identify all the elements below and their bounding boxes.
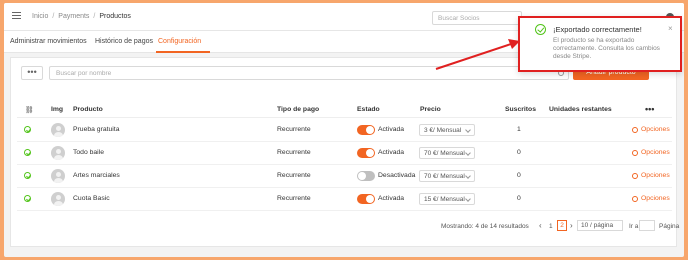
status-toggle[interactable] bbox=[357, 148, 375, 158]
link-icon: ⛓ bbox=[25, 107, 34, 114]
gear-icon[interactable] bbox=[632, 150, 638, 156]
options-link[interactable]: Opciones bbox=[641, 195, 670, 202]
tab-movements[interactable]: Administrar movimientos bbox=[10, 38, 87, 45]
results-summary: Mostrando: 4 de 14 resultados bbox=[441, 223, 529, 230]
tab-payment-history[interactable]: Histórico de pagos bbox=[95, 38, 153, 45]
column-settings-button[interactable]: ••• bbox=[645, 104, 654, 114]
product-search-placeholder: Buscar por nombre bbox=[56, 70, 112, 77]
check-circle-icon bbox=[24, 172, 31, 179]
breadcrumb-payments[interactable]: Payments bbox=[58, 13, 89, 20]
table-row[interactable]: Todo baile Recurrente Activada 70 €/ Men… bbox=[17, 142, 672, 165]
col-subscribers[interactable]: Suscritos bbox=[505, 106, 536, 113]
price-value: 3 €/ Mensual bbox=[424, 127, 462, 134]
subscribers-count: 0 bbox=[517, 149, 521, 156]
check-circle-icon bbox=[24, 126, 31, 133]
price-value: 70 €/ Mensual bbox=[424, 173, 465, 180]
close-icon[interactable]: × bbox=[668, 24, 673, 33]
subscribers-count: 1 bbox=[517, 126, 521, 133]
subscribers-count: 0 bbox=[517, 195, 521, 202]
payment-type: Recurrente bbox=[277, 126, 311, 133]
notification-title: ¡Exportado correctamente! bbox=[553, 25, 642, 34]
next-page-button[interactable]: › bbox=[570, 221, 573, 230]
col-price[interactable]: Precio bbox=[420, 106, 441, 113]
annotation-arrow bbox=[435, 39, 520, 70]
options-link[interactable]: Opciones bbox=[641, 172, 670, 179]
breadcrumb-home[interactable]: Inicio bbox=[32, 13, 48, 20]
goto-page-input[interactable] bbox=[639, 220, 655, 231]
price-value: 15 €/ Mensual bbox=[424, 196, 465, 203]
status-label: Desactivada bbox=[378, 172, 416, 179]
page-size-select[interactable]: 10 / página bbox=[577, 220, 623, 231]
product-image-avatar bbox=[51, 123, 65, 137]
price-value: 70 €/ Mensual bbox=[424, 150, 465, 157]
price-select[interactable]: 15 €/ Mensual bbox=[419, 193, 475, 205]
col-img: Img bbox=[51, 106, 64, 113]
price-select[interactable]: 70 €/ Mensual bbox=[419, 147, 475, 159]
product-image-avatar bbox=[51, 146, 65, 160]
status-toggle[interactable] bbox=[357, 125, 375, 135]
notification-message: El producto se ha exportado correctament… bbox=[553, 37, 660, 60]
more-actions-button[interactable]: ••• bbox=[21, 66, 43, 80]
col-remaining[interactable]: Unidades restantes bbox=[549, 106, 612, 113]
chevron-down-icon bbox=[465, 150, 471, 156]
check-circle-icon bbox=[24, 195, 31, 202]
page-word-label: Página bbox=[659, 223, 680, 230]
col-payment-type[interactable]: Tipo de pago bbox=[277, 106, 319, 113]
table-header: ⛓ Img Producto Tipo de pago Estado Preci… bbox=[17, 102, 672, 118]
status-toggle[interactable] bbox=[357, 194, 375, 204]
member-search-input[interactable]: Buscar Socios bbox=[432, 11, 522, 25]
breadcrumb-separator: / bbox=[52, 13, 55, 20]
table-row[interactable]: Cuota Basic Recurrente Activada 15 €/ Me… bbox=[17, 188, 672, 211]
product-name[interactable]: Todo baile bbox=[73, 149, 104, 156]
product-image-avatar bbox=[51, 169, 65, 183]
check-circle-icon bbox=[535, 24, 546, 35]
product-image-avatar bbox=[51, 192, 65, 206]
table-row[interactable]: Prueba gratuita Recurrente Activada 3 €/… bbox=[17, 119, 672, 142]
payment-type: Recurrente bbox=[277, 149, 311, 156]
product-name[interactable]: Cuota Basic bbox=[73, 195, 110, 202]
status-label: Activada bbox=[378, 149, 405, 156]
breadcrumb-separator: / bbox=[93, 13, 96, 20]
page-1-button[interactable]: 1 bbox=[549, 223, 553, 230]
product-name[interactable]: Artes marciales bbox=[73, 172, 120, 179]
product-name[interactable]: Prueba gratuita bbox=[73, 126, 119, 133]
chevron-down-icon bbox=[465, 127, 471, 133]
prev-page-button[interactable]: ‹ bbox=[539, 221, 542, 230]
options-link[interactable]: Opciones bbox=[641, 149, 670, 156]
tab-configuration[interactable]: Configuración bbox=[158, 38, 201, 45]
chevron-down-icon bbox=[465, 173, 471, 179]
options-link[interactable]: Opciones bbox=[641, 126, 670, 133]
success-notification: ¡Exportado correctamente! El producto se… bbox=[518, 16, 682, 72]
col-product[interactable]: Producto bbox=[73, 106, 103, 113]
app-frame: Inicio / Payments / Productos Buscar Socios … bbox=[4, 3, 684, 257]
col-status[interactable]: Estado bbox=[357, 106, 380, 113]
pagination: Mostrando: 4 de 14 resultados ‹ 1 2 › 10… bbox=[441, 220, 679, 234]
active-tab-indicator bbox=[156, 51, 210, 53]
gear-icon[interactable] bbox=[632, 173, 638, 179]
table-row[interactable]: Artes marciales Recurrente Desactivada 7… bbox=[17, 165, 672, 188]
status-label: Activada bbox=[378, 126, 405, 133]
goto-label: Ir a bbox=[629, 223, 639, 230]
gear-icon[interactable] bbox=[632, 196, 638, 202]
status-label: Activada bbox=[378, 195, 405, 202]
page-2-button[interactable]: 2 bbox=[557, 220, 567, 231]
price-select[interactable]: 3 €/ Mensual bbox=[419, 124, 475, 136]
price-select[interactable]: 70 €/ Mensual bbox=[419, 170, 475, 182]
products-card: ••• Buscar por nombre Añadir producto ⛓ … bbox=[10, 57, 679, 247]
check-circle-icon bbox=[24, 149, 31, 156]
payment-type: Recurrente bbox=[277, 172, 311, 179]
chevron-down-icon bbox=[465, 196, 471, 202]
status-toggle[interactable] bbox=[357, 171, 375, 181]
gear-icon[interactable] bbox=[632, 127, 638, 133]
subscribers-count: 0 bbox=[517, 172, 521, 179]
breadcrumb-current: Productos bbox=[99, 13, 131, 20]
breadcrumb: Inicio / Payments / Productos bbox=[32, 13, 131, 20]
menu-icon[interactable] bbox=[12, 12, 21, 20]
annotation-arrow-line bbox=[435, 42, 515, 70]
payment-type: Recurrente bbox=[277, 195, 311, 202]
